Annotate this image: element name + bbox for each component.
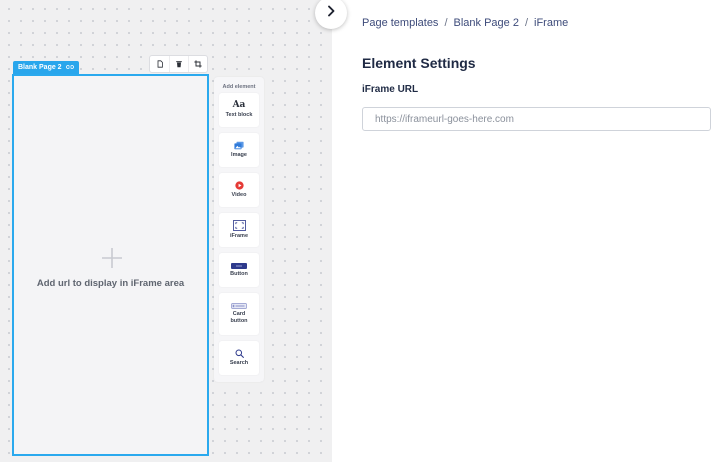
breadcrumb-separator: / — [524, 17, 528, 29]
copy-icon — [156, 55, 164, 73]
breadcrumb-separator: / — [444, 17, 448, 29]
crop-icon — [194, 55, 202, 73]
delete-button[interactable] — [169, 56, 188, 72]
palette-title: Add element — [222, 84, 256, 90]
page-canvas: Blank Page 2 Add url to display in iFram… — [0, 0, 332, 462]
palette-item-iframe[interactable]: iFrame — [219, 213, 259, 247]
page-name-label: Blank Page 2 — [18, 64, 62, 71]
page-name-tag[interactable]: Blank Page 2 — [13, 61, 79, 74]
iframe-url-label: iFrame URL — [362, 84, 419, 95]
frame-toolbar — [149, 55, 208, 73]
breadcrumb-current: iFrame — [534, 17, 569, 29]
breadcrumb: Page templates / Blank Page 2 / iFrame — [362, 17, 568, 29]
iframe-element[interactable]: Add url to display in iFrame area — [12, 74, 209, 456]
card-button-icon — [231, 303, 247, 310]
palette-item-image[interactable]: Image — [219, 133, 259, 167]
crop-button[interactable] — [188, 56, 207, 72]
palette-item-card-button[interactable]: Card button — [219, 293, 259, 335]
element-settings-panel: Page templates / Blank Page 2 / iFrame E… — [332, 0, 726, 462]
link-icon — [65, 64, 74, 72]
iframe-icon — [232, 220, 246, 232]
palette-item-text-block[interactable]: Aa Text block — [219, 93, 259, 127]
iframe-url-input[interactable] — [362, 107, 711, 131]
plus-icon — [101, 247, 123, 269]
palette-item-button[interactable]: Button — [219, 253, 259, 287]
panel-title: Element Settings — [362, 55, 476, 71]
add-element-palette: Add element Aa Text block Image Video iF… — [214, 77, 264, 382]
chevron-right-icon — [325, 4, 337, 22]
breadcrumb-blank-page[interactable]: Blank Page 2 — [454, 17, 519, 29]
trash-icon — [175, 55, 183, 73]
button-icon — [231, 262, 247, 269]
breadcrumb-page-templates[interactable]: Page templates — [362, 17, 438, 29]
image-icon — [234, 141, 244, 150]
iframe-placeholder-text: Add url to display in iFrame area — [36, 278, 185, 289]
palette-item-video[interactable]: Video — [219, 173, 259, 207]
duplicate-button[interactable] — [150, 56, 169, 72]
palette-item-search[interactable]: Search — [219, 341, 259, 375]
video-play-icon — [234, 181, 244, 190]
search-icon — [234, 349, 244, 359]
text-aa-icon: Aa — [232, 100, 246, 111]
